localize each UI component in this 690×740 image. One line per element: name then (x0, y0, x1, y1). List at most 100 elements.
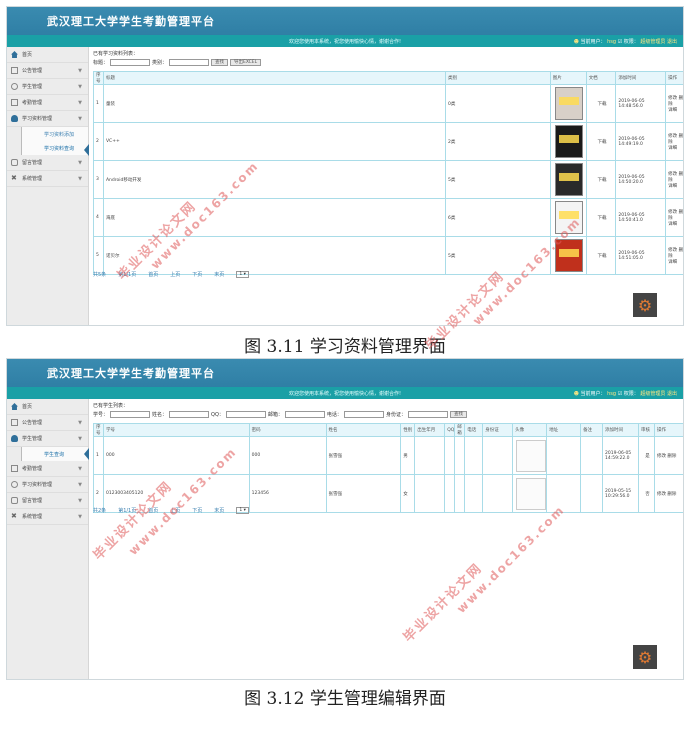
email-input[interactable] (284, 411, 325, 418)
book-cover-image (555, 163, 584, 196)
edit-link[interactable]: 修改 (657, 492, 666, 497)
logout-link[interactable]: 退出 (667, 39, 677, 45)
page-select[interactable]: 1 ▾ (236, 507, 249, 514)
main-content: 已有学习资料列表： 标题： 类别： 查找 导出EXCEL 序号 标题 类别 图片 文档添… (91, 47, 683, 325)
sidebar-subitem-material-query[interactable]: 学习资料查询 (21, 141, 88, 155)
role-prefix: 权限： (623, 391, 639, 397)
tools-icon: ✖ (11, 174, 17, 182)
edit-link[interactable]: 修改 (668, 134, 677, 139)
column-header: 身份证 (482, 423, 514, 437)
sidebar-item-material[interactable]: 学习资料管理 ▼ (7, 111, 88, 127)
first-page-link[interactable]: 首页 (148, 271, 158, 278)
cover-stripe (559, 173, 580, 181)
birth-date-cell (414, 436, 446, 475)
sidebar-item-material[interactable]: 学习资料管理 ▼ (7, 477, 88, 493)
last-page-link[interactable]: 末页 (214, 507, 224, 514)
edit-link[interactable]: 修改 (668, 210, 677, 215)
next-page-link[interactable]: 下页 (192, 271, 202, 278)
sidebar-item-system[interactable]: ✖ 系统管理 ▼ (7, 509, 88, 525)
column-header: 邮箱 (454, 423, 466, 437)
download-link[interactable]: 下载 (585, 84, 617, 123)
sidebar-item-home[interactable]: 首页 (7, 399, 88, 415)
download-link[interactable]: 下载 (585, 160, 617, 199)
last-page-link[interactable]: 末页 (214, 271, 224, 278)
sidebar-item-message[interactable]: 留言管理 ▼ (7, 493, 88, 509)
edit-link[interactable]: 修改 (668, 172, 677, 177)
chevron-down-icon: ▼ (78, 514, 82, 520)
detail-link[interactable]: 详细 (668, 260, 677, 265)
user-role: 超级管理员 (640, 391, 666, 397)
logout-link[interactable]: 退出 (667, 391, 677, 397)
sidebar-item-home[interactable]: 首页 (7, 47, 88, 63)
breadcrumb: 已有学生列表： (93, 403, 129, 409)
avatar-cell (512, 436, 548, 475)
detail-link[interactable]: 详细 (668, 184, 677, 189)
phone-cell (464, 474, 484, 513)
sidebar-item-system[interactable]: ✖ 系统管理 ▼ (7, 171, 88, 187)
note-cell (580, 474, 604, 513)
name-input[interactable] (169, 411, 210, 418)
column-header: QQ (444, 423, 456, 437)
breadcrumb: 已有学习资料列表： (93, 51, 139, 57)
status-bar: 欢迎您使用本系统，祝您使用愉快心情，谢谢合作! ☻ 当前用户： hsg ☑ 权限… (7, 387, 683, 399)
detail-link[interactable]: 详细 (668, 222, 677, 227)
delete-link[interactable]: 删除 (667, 454, 676, 459)
email-cell (454, 436, 466, 475)
home-icon (11, 51, 18, 58)
sidebar-item-message[interactable]: 留言管理 ▼ (7, 155, 88, 171)
type-label: 类别： (152, 60, 168, 66)
user-icon: ☻ (573, 391, 579, 397)
column-header: 添加时间 (602, 423, 639, 437)
column-header: 学号 (102, 423, 250, 437)
sidebar-item-notice[interactable]: 公告管理 ▼ (7, 63, 88, 79)
search-button[interactable]: 查找 (211, 59, 229, 66)
sidebar-item-attendance[interactable]: 考勤管理 ▼ (7, 461, 88, 477)
sidebar-item-notice[interactable]: 公告管理 ▼ (7, 415, 88, 431)
detail-link[interactable]: 详细 (668, 146, 677, 151)
title-search-input[interactable] (110, 59, 151, 66)
sidebar-subitem-student-query[interactable]: 学生查询 (21, 447, 88, 461)
next-page-link[interactable]: 下页 (192, 507, 202, 514)
actions-cell: 修改 删除 详细 (665, 160, 683, 199)
student-no-input[interactable] (110, 411, 151, 418)
row-number: 2 (93, 122, 104, 161)
edit-link[interactable]: 修改 (657, 454, 666, 459)
message-icon (11, 159, 18, 166)
delete-link[interactable]: 删除 (667, 492, 676, 497)
sidebar-item-student[interactable]: 学生管理 ▼ (7, 431, 88, 447)
sidebar-item-label: 留言管理 (22, 160, 43, 166)
sidebar-item-label: 公告管理 (22, 68, 43, 74)
column-header: 姓名 (325, 423, 402, 437)
type-search-input[interactable] (169, 59, 210, 66)
table-row: 2 VC++ 2类 下载 2019-06-05 14:49:19.0 修改 删除 详细 (93, 122, 683, 161)
sidebar-item-student[interactable]: 学生管理 ▼ (7, 79, 88, 95)
gender: 男 (400, 436, 416, 475)
app-header: 武汉理工大学学生考勤管理平台 (7, 359, 683, 387)
sidebar-item-attendance[interactable]: 考勤管理 ▼ (7, 95, 88, 111)
sidebar-item-label: 留言管理 (22, 498, 43, 504)
prev-page-link[interactable]: 上页 (170, 507, 180, 514)
cover-cell (549, 160, 587, 199)
download-link[interactable]: 下载 (585, 236, 617, 275)
user-prefix: 当前用户： (580, 39, 606, 45)
first-page-link[interactable]: 首页 (148, 507, 158, 514)
page-select[interactable]: 1 ▾ (236, 271, 249, 278)
prev-page-link[interactable]: 上页 (170, 271, 180, 278)
edit-link[interactable]: 修改 (668, 248, 677, 253)
id-card-input[interactable] (407, 411, 448, 418)
table-row: 5 诺贝尔 5类 下载 2019-06-05 14:51:05.0 修改 删除 详细 (93, 236, 683, 275)
column-header: 序号 (93, 423, 104, 437)
qq-input[interactable] (225, 411, 266, 418)
export-excel-button[interactable]: 导出EXCEL (230, 59, 262, 66)
sidebar-subitem-material-add[interactable]: 学习资料添加 (21, 127, 88, 141)
phone-input[interactable] (343, 411, 384, 418)
material-title: Android移动开发 (102, 160, 446, 199)
search-button[interactable]: 查找 (449, 411, 467, 418)
download-link[interactable]: 下载 (585, 122, 617, 161)
actions-cell: 修改 删除 详细 (665, 122, 683, 161)
edit-link[interactable]: 修改 (668, 96, 677, 101)
add-time: 2019-06-05 14:48:56.0 (615, 84, 667, 123)
detail-link[interactable]: 详细 (668, 108, 677, 113)
id-card-cell (482, 474, 514, 513)
download-link[interactable]: 下载 (585, 198, 617, 237)
